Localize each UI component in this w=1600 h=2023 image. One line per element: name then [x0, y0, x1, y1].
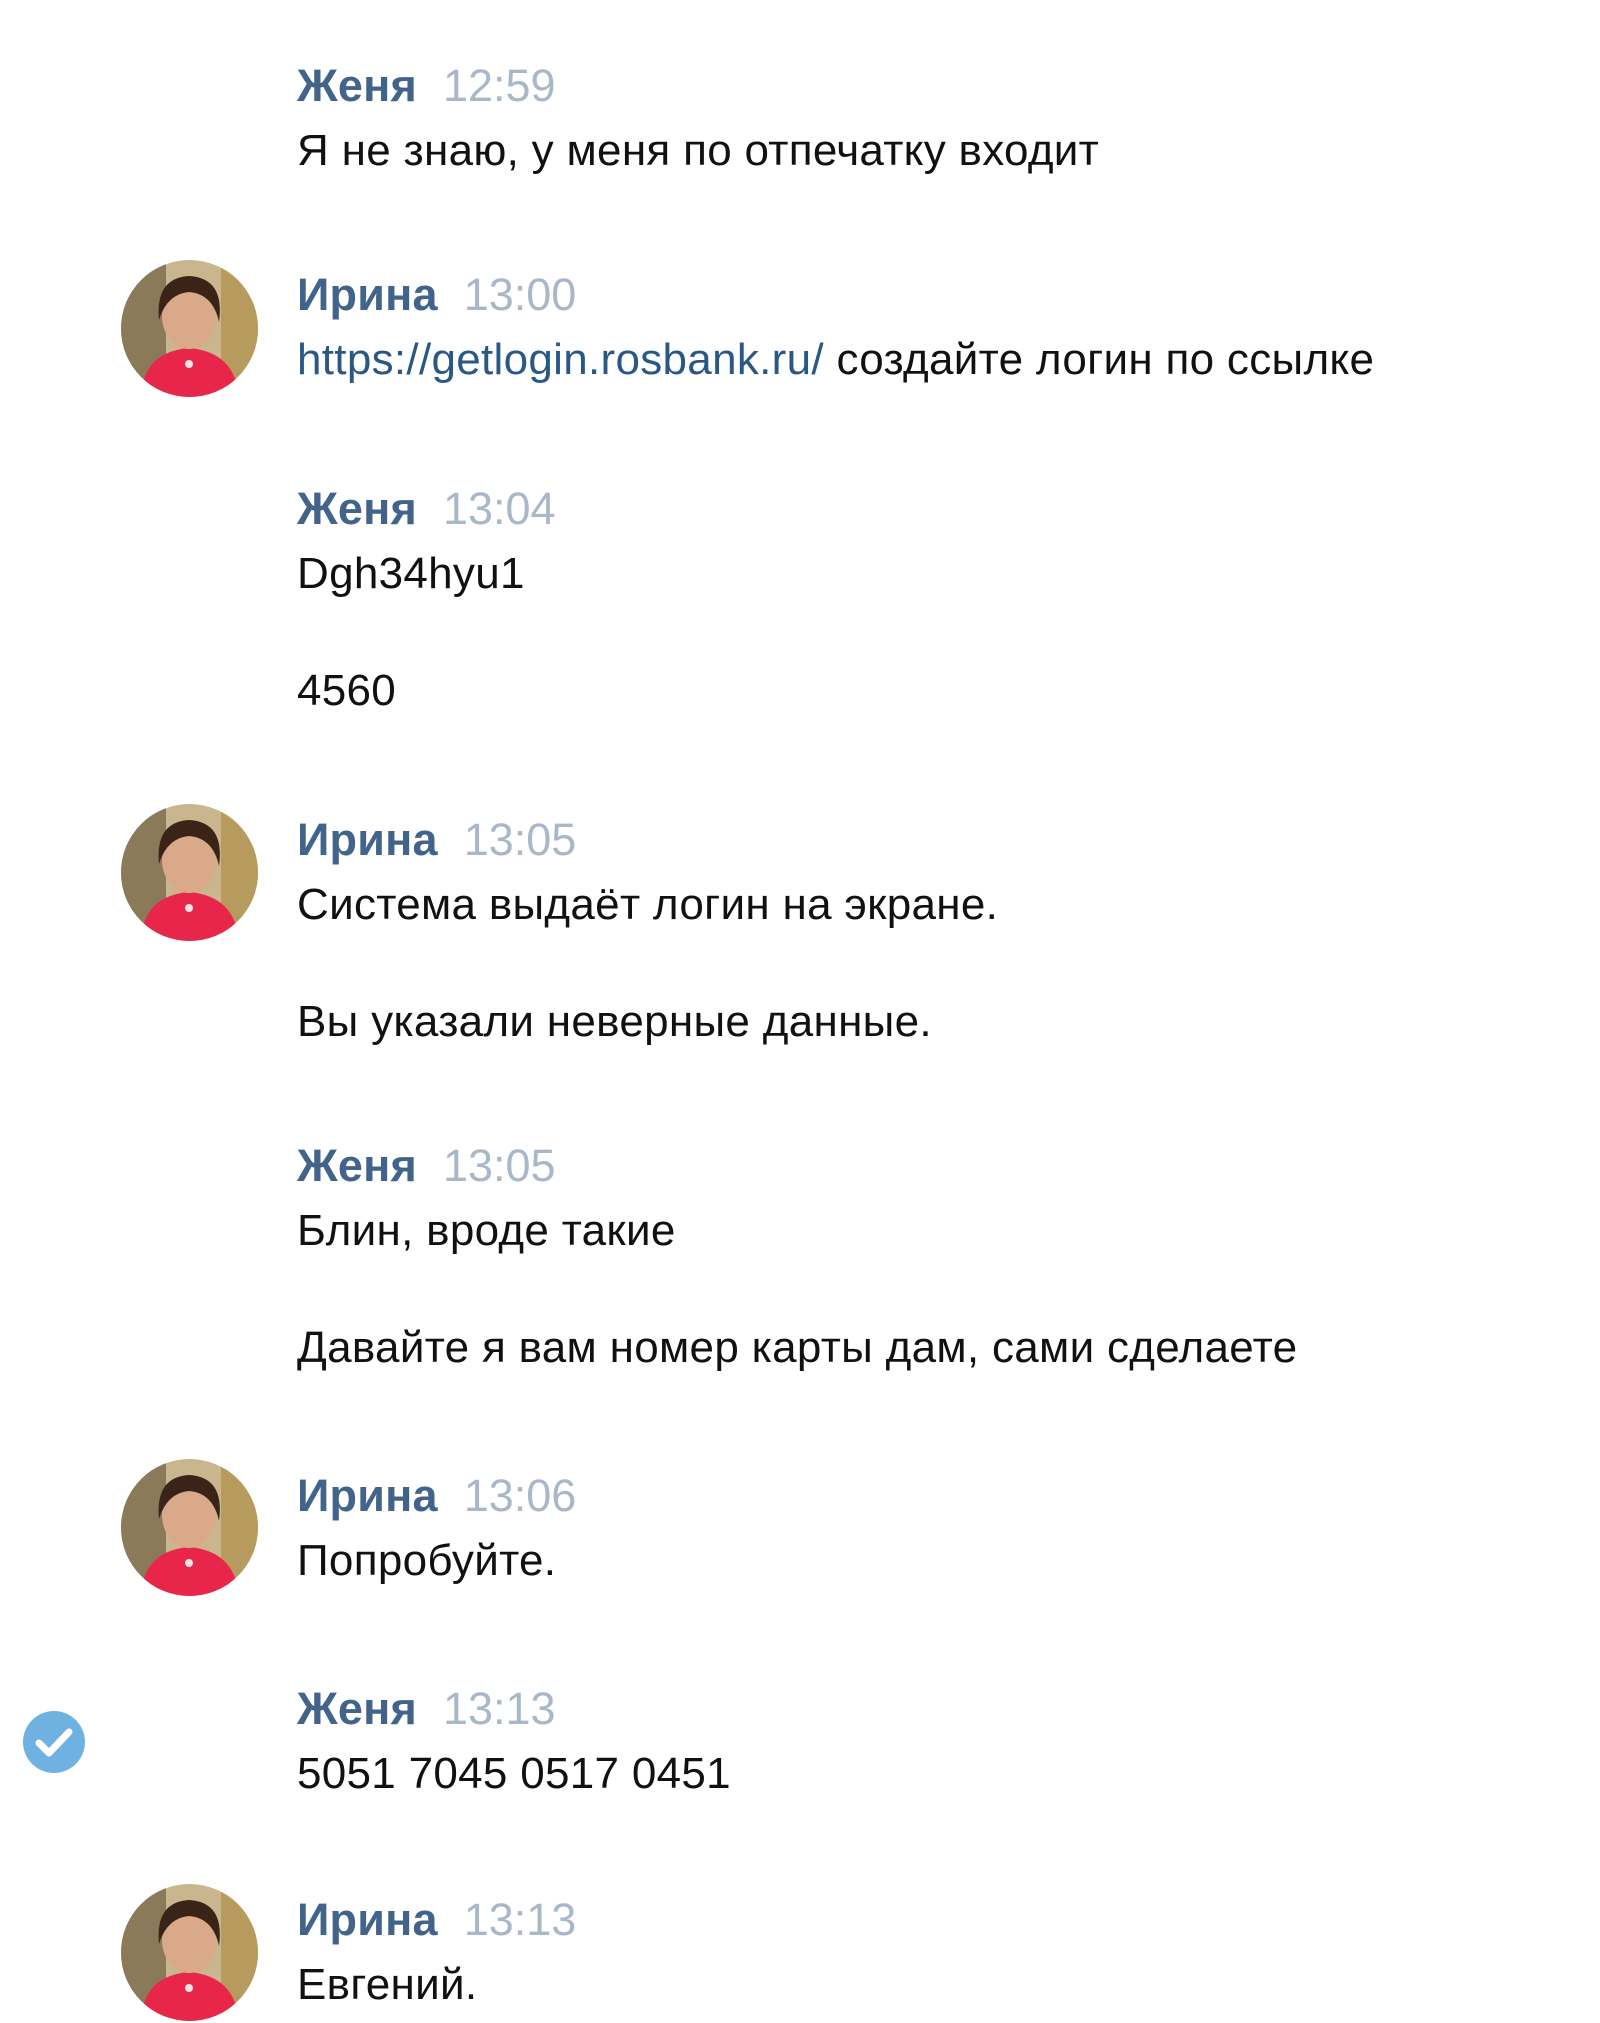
message-header: Женя 13:05	[297, 1138, 556, 1194]
message-time[interactable]: 13:05	[464, 814, 577, 865]
message-time[interactable]: 12:59	[443, 60, 556, 111]
check-circle-icon	[22, 1710, 86, 1774]
user-avatar-photo	[121, 1459, 258, 1596]
user-avatar-photo	[121, 260, 258, 397]
message-time[interactable]: 13:04	[443, 483, 556, 534]
message-time[interactable]: 13:00	[464, 269, 577, 320]
message-time[interactable]: 13:06	[464, 1470, 577, 1521]
message-header: Женя 13:13	[297, 1681, 556, 1737]
user-avatar-photo	[121, 804, 258, 941]
message-time[interactable]: 13:13	[464, 1894, 577, 1945]
message-header: Ирина 13:05	[297, 812, 576, 868]
message-text: Я не знаю, у меня по отпечатку входит	[297, 126, 1100, 175]
author-name[interactable]: Женя	[297, 1683, 417, 1734]
message-header: Ирина 13:13	[297, 1892, 576, 1948]
message-text: 4560	[297, 666, 397, 715]
message-link[interactable]: https://getlogin.rosbank.ru/	[297, 335, 824, 384]
message-text-suffix: создайте логин по ссылке	[823, 335, 1375, 384]
message-header: Женя 13:04	[297, 481, 556, 537]
message-text: Система выдаёт логин на экране.	[297, 880, 999, 929]
message-time[interactable]: 13:05	[443, 1140, 556, 1191]
message-header: Ирина 13:06	[297, 1468, 576, 1524]
user-avatar-photo	[121, 1884, 258, 2021]
message-text: Попробуйте.	[297, 1536, 557, 1585]
message-history[interactable]: Женя 12:59 Я не знаю, у меня по отпечатку…	[0, 0, 1600, 2023]
message-text: Евгений.	[297, 1960, 478, 2009]
author-name[interactable]: Женя	[297, 1140, 417, 1191]
author-name[interactable]: Ирина	[297, 1894, 438, 1945]
message-text: Блин, вроде такие	[297, 1206, 676, 1255]
message-header: Ирина 13:00	[297, 267, 576, 323]
message-header: Женя 12:59	[297, 58, 556, 114]
message-text: https://getlogin.rosbank.ru/ создайте ло…	[297, 332, 1374, 388]
message-time[interactable]: 13:13	[443, 1683, 556, 1734]
author-name[interactable]: Женя	[297, 483, 417, 534]
avatar[interactable]	[121, 1884, 258, 2021]
message-text: 5051 7045 0517 0451	[297, 1749, 731, 1798]
avatar[interactable]	[121, 804, 258, 941]
message-text: Давайте я вам номер карты дам, сами сдел…	[297, 1323, 1298, 1372]
author-name[interactable]: Ирина	[297, 1470, 438, 1521]
message-text: Вы указали неверные данные.	[297, 997, 932, 1046]
avatar[interactable]	[121, 260, 258, 397]
author-name[interactable]: Ирина	[297, 269, 438, 320]
author-name[interactable]: Женя	[297, 60, 417, 111]
message-text: Dgh34hyu1	[297, 549, 525, 598]
author-name[interactable]: Ирина	[297, 814, 438, 865]
avatar[interactable]	[121, 1459, 258, 1596]
